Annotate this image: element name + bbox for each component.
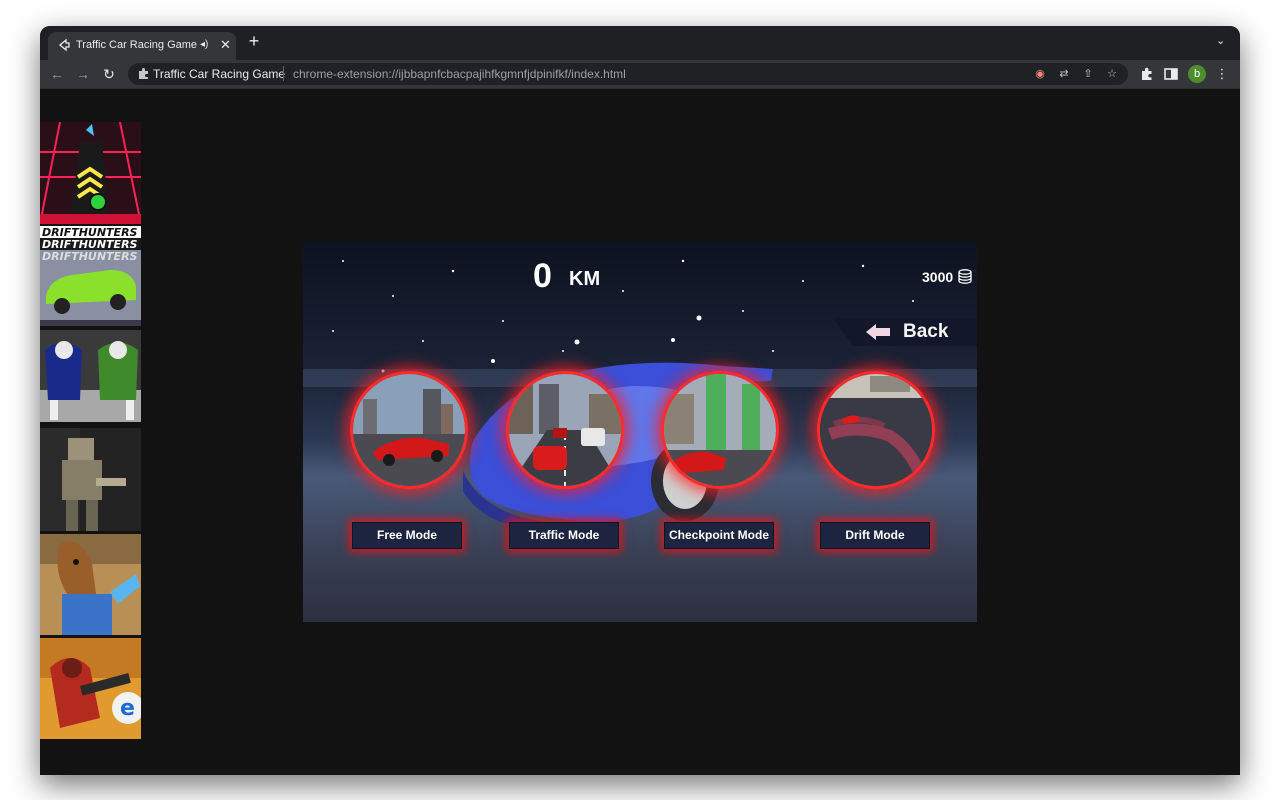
site-name: Traffic Car Racing Game [153,67,286,81]
drift-hunters-thumb[interactable]: DRIFTHUNTERS DRIFTHUNTERS DRIFTHUNTERS [40,226,141,326]
new-tab-button[interactable]: + [245,32,263,50]
address-separator [283,66,284,81]
horse-thumb[interactable] [40,534,141,635]
translate-icon[interactable]: ⇄ [1056,66,1072,82]
checkpoint-mode-button[interactable]: Checkpoint Mode [664,522,774,549]
coin-count: 3000 [922,269,954,285]
extension-favicon-icon [58,38,70,52]
side-panel-icon[interactable] [1162,65,1180,83]
tab-close-icon[interactable]: ✕ [220,37,231,53]
free-mode-thumbnail[interactable] [350,371,468,489]
coin-stack-icon [958,269,972,284]
tab-title: Traffic Car Racing Game [76,39,198,51]
forward-icon[interactable]: → [74,65,92,83]
menu-icon[interactable]: ⋮ [1213,65,1231,83]
svg-text:DRIFTHUNTERS: DRIFTHUNTERS [42,250,138,263]
traffic-mode-button[interactable]: Traffic Mode [509,522,619,549]
toolbar: ← → ↻ Traffic Car Racing Game chrome-ext… [40,60,1240,89]
tab-strip: Traffic Car Racing Game ◂) ✕ + ⌄ [40,26,1240,60]
back-arrow-icon [866,324,890,340]
back-label: Back [903,321,949,342]
drift-mode-thumbnail[interactable] [817,371,935,489]
drift-mode-button[interactable]: Drift Mode [820,522,930,549]
cast-blocked-icon[interactable]: ◉ [1032,66,1048,82]
tab-traffic-car-racing[interactable]: Traffic Car Racing Game ◂) ✕ [48,32,236,60]
game-canvas[interactable]: 0 KM 3000 Back Free Mode Traffic Mode Ch… [303,241,977,622]
free-mode-button[interactable]: Free Mode [352,522,462,549]
page-content: DRIFTHUNTERS DRIFTHUNTERS DRIFTHUNTERS e… [40,89,1240,775]
tab-search-chevron-icon[interactable]: ⌄ [1216,34,1225,47]
slope-game-thumb[interactable] [40,122,141,224]
traffic-mode-thumbnail[interactable] [506,371,624,489]
checkpoint-mode-thumbnail[interactable] [661,371,779,489]
audio-playing-icon[interactable]: ◂) [200,39,208,50]
extension-icon [139,68,148,79]
browser-window: Traffic Car Racing Game ◂) ✕ + ⌄ ← → ↻ T… [40,26,1240,775]
bookmark-star-icon[interactable]: ☆ [1104,66,1120,82]
url-text: chrome-extension://ijbbapnfcbacpajihfkgm… [293,67,626,81]
distance-value: 0 [533,257,552,295]
svg-text:e: e [120,696,135,721]
puzzle-icon[interactable] [1138,65,1156,83]
soldiers-thumb[interactable] [40,428,141,531]
address-bar[interactable]: Traffic Car Racing Game chrome-extension… [128,63,1128,85]
shooter-thumb[interactable]: e [40,638,141,739]
robots-thumb[interactable] [40,330,141,422]
back-icon[interactable]: ← [48,65,66,83]
distance-unit: KM [569,268,601,290]
profile-avatar[interactable]: b [1188,65,1206,83]
share-icon[interactable]: ⇧ [1080,66,1096,82]
back-button[interactable]: Back [833,318,977,346]
reload-icon[interactable]: ↻ [100,65,118,83]
